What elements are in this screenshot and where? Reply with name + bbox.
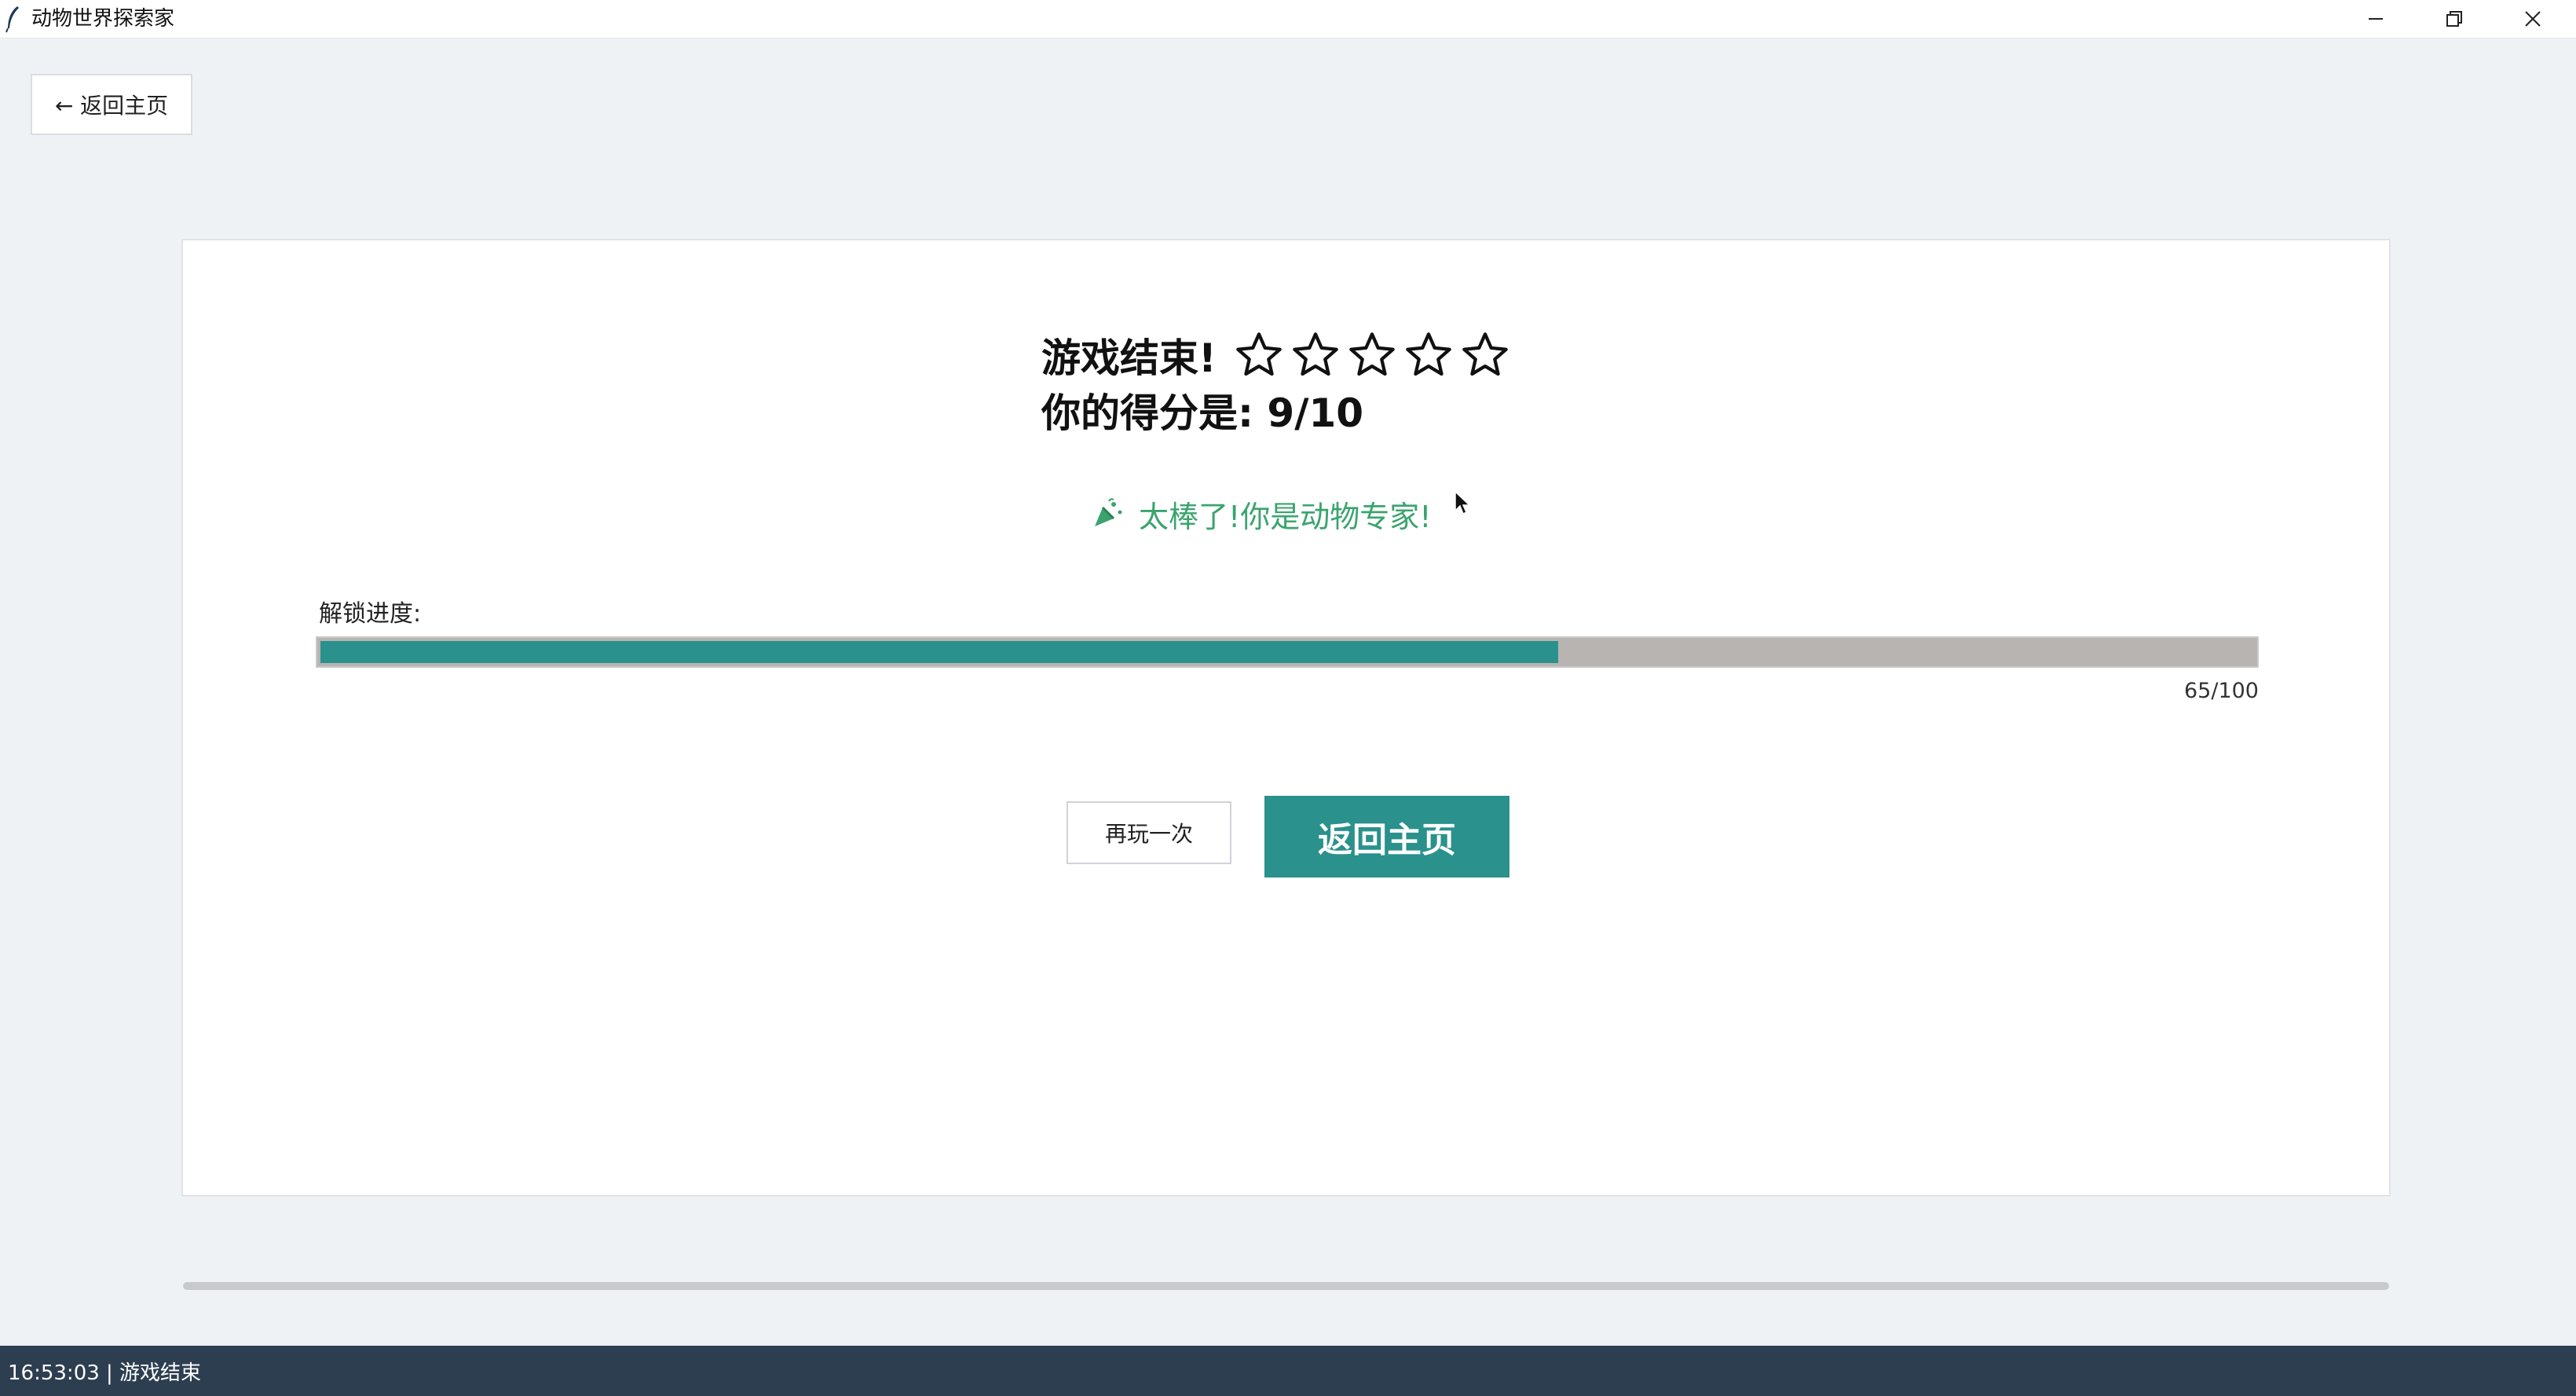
- close-button[interactable]: [2494, 0, 2572, 38]
- star-rating: [1234, 330, 1510, 380]
- unlock-progress-bar: [316, 636, 2259, 668]
- party-popper-icon: [1095, 498, 1122, 526]
- minimize-button[interactable]: [2336, 0, 2415, 38]
- star-outline-icon: [1293, 332, 1338, 376]
- result-card: 游戏结束! 你的得分是: 9/10 太棒了!你是动物专家! 解锁进度: 65/1…: [181, 239, 2391, 1196]
- close-icon: [2525, 11, 2541, 27]
- feather-icon: [5, 6, 19, 33]
- progress-value-text: 65/100: [2184, 679, 2259, 703]
- status-text: 16:53:03 | 游戏结束: [8, 1361, 202, 1385]
- praise-text: 太棒了!你是动物专家!: [1139, 499, 1432, 534]
- game-over-title: 游戏结束!: [1041, 335, 1217, 381]
- mouse-cursor-icon: [1454, 490, 1471, 515]
- play-again-button[interactable]: 再玩一次: [1067, 801, 1231, 864]
- star-outline-icon: [1349, 332, 1395, 376]
- title-bar: 动物世界探索家: [0, 0, 2576, 38]
- score-text: 你的得分是: 9/10: [1041, 390, 1364, 436]
- star-outline-icon: [1236, 332, 1282, 376]
- minimize-icon: [2369, 18, 2383, 20]
- progress-fill: [320, 641, 1558, 663]
- praise-message: 太棒了!你是动物专家!: [1090, 490, 1431, 537]
- restore-button[interactable]: [2415, 0, 2494, 38]
- restore-icon: [2446, 11, 2462, 27]
- status-bar: 16:53:03 | 游戏结束: [0, 1346, 2576, 1396]
- horizontal-scrollbar[interactable]: [183, 1282, 2389, 1290]
- star-outline-icon: [1406, 332, 1451, 376]
- star-outline-icon: [1462, 332, 1508, 376]
- back-to-home-button[interactable]: ← 返回主页: [31, 74, 192, 135]
- progress-label: 解锁进度:: [319, 600, 422, 628]
- return-home-button[interactable]: 返回主页: [1264, 796, 1509, 878]
- window-title: 动物世界探索家: [31, 7, 175, 31]
- result-title-row: 游戏结束!: [1041, 325, 1510, 385]
